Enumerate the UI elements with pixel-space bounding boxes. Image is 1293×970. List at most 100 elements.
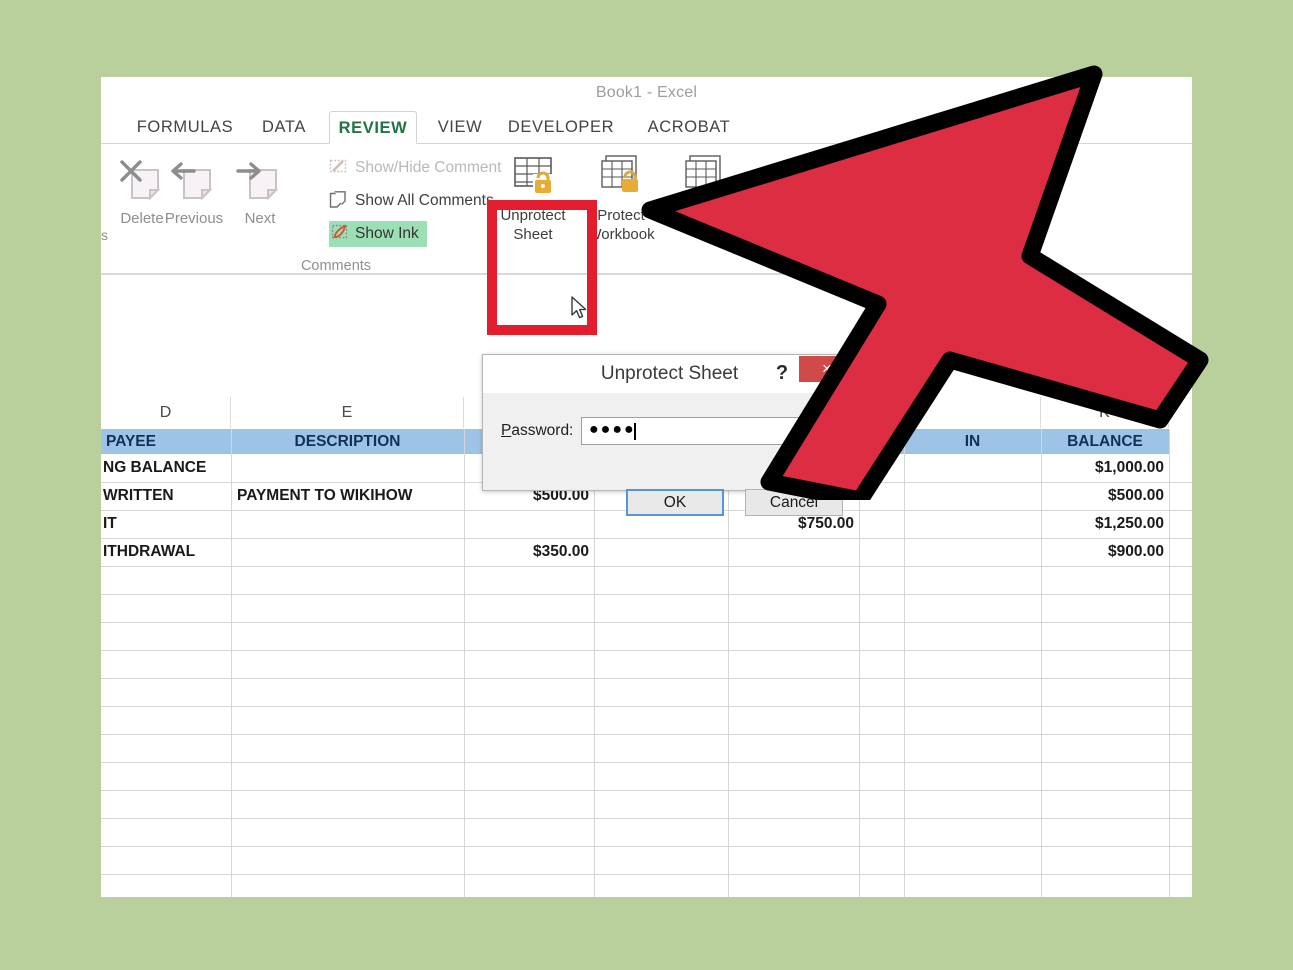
- table-row[interactable]: [101, 566, 1192, 595]
- text-caret: [634, 423, 636, 440]
- tab-acrobat[interactable]: ACROBAT: [639, 111, 739, 144]
- next-comment-label: Next: [244, 210, 276, 227]
- cell-payee[interactable]: ITHDRAWAL: [101, 538, 231, 565]
- help-button[interactable]: ?: [771, 360, 793, 386]
- close-button[interactable]: ×: [799, 356, 855, 382]
- cell-income[interactable]: [906, 454, 1041, 481]
- password-masked-value: ●●●●: [589, 421, 636, 438]
- formula-bar-top-divider: [101, 274, 1192, 275]
- show-hide-comment-label: Show/Hide Comment: [355, 159, 502, 176]
- password-row: Password: ●●●●: [483, 404, 856, 445]
- clipped-group-letter: s: [101, 227, 108, 243]
- tab-data[interactable]: DATA: [253, 111, 315, 144]
- previous-comment-button[interactable]: Previous: [163, 152, 225, 227]
- show-ink-command[interactable]: Show Ink: [329, 221, 427, 247]
- show-all-comments-label: Show All Comments: [355, 192, 494, 209]
- cell-expense[interactable]: [596, 538, 728, 565]
- cell-income[interactable]: [906, 510, 1041, 537]
- table-row[interactable]: ITHDRAWAL $350.00 $900.00: [101, 538, 1192, 567]
- ok-button[interactable]: OK: [626, 489, 724, 516]
- unprotect-sheet-dialog: Unprotect Sheet ? × Password: ●●●● OK Ca…: [482, 354, 859, 516]
- header-income: IN: [964, 433, 981, 450]
- show-hide-comment-icon: [329, 158, 350, 187]
- tab-review[interactable]: REVIEW: [329, 111, 417, 144]
- cell-balance[interactable]: $500.00: [1043, 482, 1169, 509]
- protect-workbook-label-line2: Workbook: [587, 226, 655, 243]
- share-workbook-label-line1: W: [703, 207, 719, 224]
- header-balance: BALANCE: [1067, 433, 1143, 450]
- share-workbook-button[interactable]: W: [673, 152, 749, 225]
- ribbon-body: Delete Previous Next Show/Hide Comment S…: [101, 144, 1192, 335]
- protect-workbook-icon: [583, 152, 659, 206]
- header-payee: PAYEE: [106, 433, 156, 450]
- cell-balance[interactable]: $900.00: [1043, 538, 1169, 565]
- table-row[interactable]: [101, 678, 1192, 707]
- table-row[interactable]: [101, 818, 1192, 847]
- password-label-mnemonic: P: [501, 422, 512, 439]
- dialog-title-bar: Unprotect Sheet ? ×: [483, 355, 856, 393]
- header-blank: [859, 429, 904, 454]
- show-ink-label: Show Ink: [355, 225, 419, 242]
- next-comment-icon: [229, 152, 291, 210]
- table-row[interactable]: [101, 734, 1192, 763]
- share-workbook-icon: [673, 152, 749, 206]
- cell-income[interactable]: [906, 538, 1041, 565]
- dialog-body: Password: ●●●● OK Cancel: [483, 393, 856, 516]
- table-row[interactable]: [101, 790, 1192, 819]
- table-row[interactable]: [101, 762, 1192, 791]
- column-header-l[interactable]: [1169, 397, 1192, 428]
- cell-payee[interactable]: NG BALANCE: [101, 454, 231, 481]
- mouse-pointer-icon: [571, 296, 589, 327]
- cell-balance[interactable]: $1,000.00: [1043, 454, 1169, 481]
- show-all-comments-icon: [329, 191, 350, 220]
- tab-view[interactable]: VIEW: [431, 111, 489, 144]
- cell-debit[interactable]: [466, 510, 594, 537]
- cell-description[interactable]: [233, 510, 464, 537]
- comments-group-label: Comments: [300, 258, 372, 274]
- unprotect-sheet-label-line2: Sheet: [513, 226, 553, 243]
- header-trailing: [1169, 429, 1192, 454]
- column-header-d[interactable]: D: [101, 397, 231, 428]
- table-row[interactable]: [101, 846, 1192, 875]
- protect-workbook-button[interactable]: Protect Workbook: [583, 152, 659, 244]
- cell-payee[interactable]: WRITTEN: [101, 482, 231, 509]
- next-comment-button[interactable]: Next: [229, 152, 291, 227]
- ribbon-tab-strip: FORMULAS DATA REVIEW VIEW DEVELOPER ACRO…: [101, 111, 1192, 144]
- cell-description[interactable]: [233, 454, 464, 481]
- title-bar: Book1 - Excel: [101, 77, 1192, 111]
- unprotect-sheet-icon: [495, 152, 571, 206]
- column-header-k[interactable]: K: [1041, 397, 1169, 428]
- cell-description[interactable]: PAYMENT TO WIKIHOW: [233, 482, 464, 509]
- table-row[interactable]: [101, 650, 1192, 679]
- cancel-button[interactable]: Cancel: [745, 489, 843, 516]
- protect-workbook-label-line1: Protect: [597, 207, 645, 224]
- show-hide-comment-command[interactable]: Show/Hide Comment: [329, 155, 501, 181]
- table-row[interactable]: [101, 706, 1192, 735]
- cell-balance[interactable]: $1,250.00: [1043, 510, 1169, 537]
- cell-income[interactable]: [906, 482, 1041, 509]
- column-header-i[interactable]: I: [859, 397, 904, 428]
- cell-credit[interactable]: [730, 538, 859, 565]
- password-label-rest: assword:: [511, 422, 574, 439]
- table-row[interactable]: [101, 874, 1192, 897]
- password-label: Password:: [501, 422, 573, 440]
- header-description: DESCRIPTION: [294, 433, 401, 450]
- cell-payee[interactable]: IT: [101, 510, 231, 537]
- unprotect-sheet-label-line1: Unprotect: [500, 207, 566, 224]
- cell-description[interactable]: [233, 538, 464, 565]
- column-header-j[interactable]: [904, 397, 1041, 428]
- tab-developer[interactable]: DEVELOPER: [501, 111, 621, 144]
- excel-window: Book1 - Excel FORMULAS DATA REVIEW VIEW …: [101, 77, 1192, 897]
- unprotect-sheet-button[interactable]: Unprotect Sheet: [495, 152, 571, 244]
- show-all-comments-command[interactable]: Show All Comments: [329, 188, 494, 214]
- previous-comment-label: Previous: [164, 210, 224, 227]
- cell-debit[interactable]: $350.00: [466, 538, 594, 565]
- previous-comment-icon: [163, 152, 225, 210]
- show-ink-icon: [331, 224, 352, 253]
- table-row[interactable]: [101, 622, 1192, 651]
- column-header-e[interactable]: E: [231, 397, 464, 428]
- table-row[interactable]: [101, 594, 1192, 623]
- tab-formulas[interactable]: FORMULAS: [131, 111, 239, 144]
- password-input[interactable]: ●●●●: [581, 417, 845, 445]
- window-title: Book1 - Excel: [595, 84, 698, 101]
